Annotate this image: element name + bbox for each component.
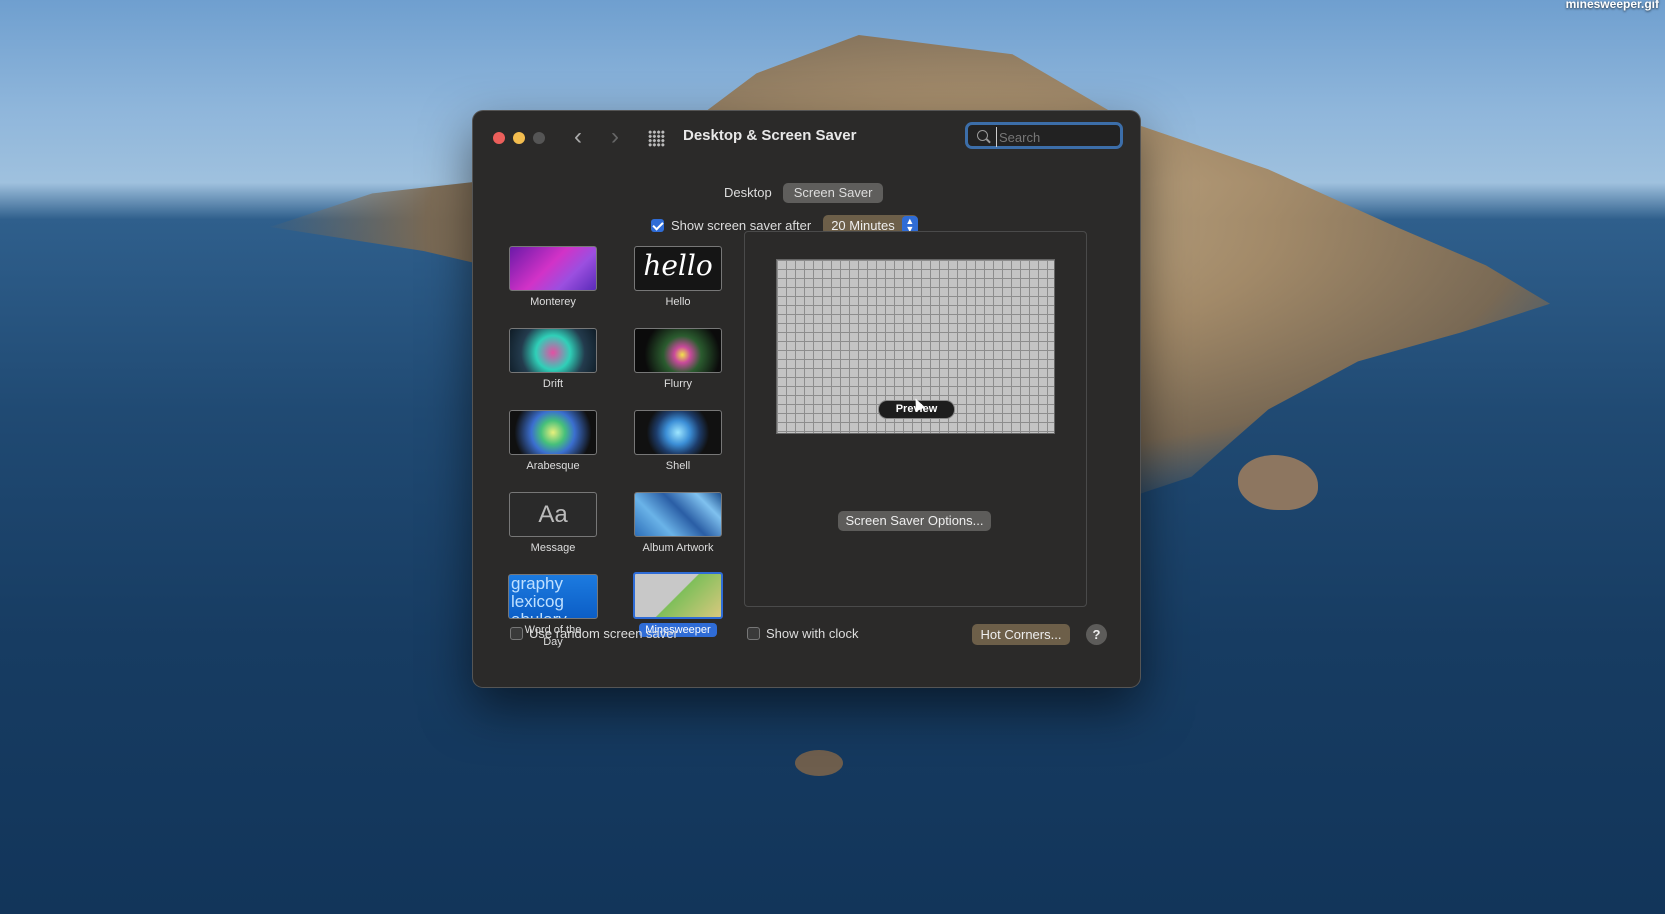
saver-name: Shell — [665, 460, 691, 472]
preview-panel: Preview Screen Saver Options... — [744, 231, 1087, 607]
close-button[interactable] — [493, 132, 505, 144]
saver-name: Monterey — [530, 296, 576, 308]
back-chevron-icon[interactable]: ‹ — [574, 123, 582, 151]
show-all-grid-icon[interactable] — [648, 130, 665, 147]
preview-screen: Preview — [776, 259, 1055, 434]
show-clock-label: Show with clock — [766, 626, 859, 641]
search-icon — [977, 130, 988, 141]
drift-thumbnail — [509, 328, 597, 373]
tab-desktop[interactable]: Desktop — [713, 183, 783, 203]
message-thumbnail: Aa — [509, 492, 597, 537]
tab-screen-saver[interactable]: Screen Saver — [782, 183, 884, 203]
saver-name: Flurry — [663, 378, 693, 390]
flurry-thumbnail — [634, 328, 722, 373]
random-saver-checkbox[interactable] — [510, 627, 523, 640]
preferences-window: ‹ › Desktop & Screen Saver Desktop Scree… — [473, 111, 1140, 687]
search-field[interactable] — [965, 122, 1123, 149]
show-clock-row: Show with clock — [747, 626, 858, 641]
word-of-the-day-thumbnail: graphy lexicog abulary — [508, 574, 598, 619]
saver-name: Hello — [665, 296, 691, 308]
saver-item-arabesque[interactable]: Arabesque — [508, 410, 598, 474]
screen-saver-options-button[interactable]: Screen Saver Options... — [838, 511, 991, 531]
window-title: Desktop & Screen Saver — [683, 127, 857, 144]
random-saver-row: Use random screen saver — [510, 626, 678, 641]
hello-thumbnail: hello — [634, 246, 722, 291]
help-button[interactable]: ? — [1086, 624, 1107, 645]
arabesque-thumbnail — [509, 410, 597, 455]
zoom-button[interactable] — [533, 132, 545, 144]
saver-item-drift[interactable]: Drift — [508, 328, 598, 392]
forward-chevron-icon[interactable]: › — [611, 123, 619, 151]
minimize-button[interactable] — [513, 132, 525, 144]
rock-islet-small — [795, 750, 843, 776]
saver-item-shell[interactable]: Shell — [633, 410, 723, 474]
show-after-checkbox[interactable] — [651, 218, 664, 232]
saver-item-monterey[interactable]: Monterey — [508, 246, 598, 310]
random-saver-label: Use random screen saver — [529, 626, 678, 641]
search-input[interactable] — [996, 127, 1116, 147]
title-bar: ‹ › Desktop & Screen Saver — [473, 111, 1140, 163]
minesweeper-thumbnail — [633, 572, 723, 619]
album-artwork-thumbnail — [634, 492, 722, 537]
saver-name: Album Artwork — [642, 542, 714, 554]
tab-segmented-control: Desktop Screen Saver — [713, 183, 884, 203]
saver-name: Drift — [542, 378, 564, 390]
saver-item-flurry[interactable]: Flurry — [633, 328, 723, 392]
saver-item-hello[interactable]: hello Hello — [633, 246, 723, 310]
hot-corners-button[interactable]: Hot Corners... — [972, 624, 1070, 645]
saver-item-album-artwork[interactable]: Album Artwork — [633, 492, 723, 556]
monterey-thumbnail — [509, 246, 597, 291]
saver-name: Arabesque — [526, 460, 580, 472]
shell-thumbnail — [634, 410, 722, 455]
saver-name: Message — [530, 542, 576, 554]
rock-islet — [1238, 455, 1318, 510]
desktop-file-label[interactable]: minesweeper.gif — [1566, 0, 1659, 11]
show-clock-checkbox[interactable] — [747, 627, 760, 640]
saver-item-message[interactable]: Aa Message — [508, 492, 598, 556]
